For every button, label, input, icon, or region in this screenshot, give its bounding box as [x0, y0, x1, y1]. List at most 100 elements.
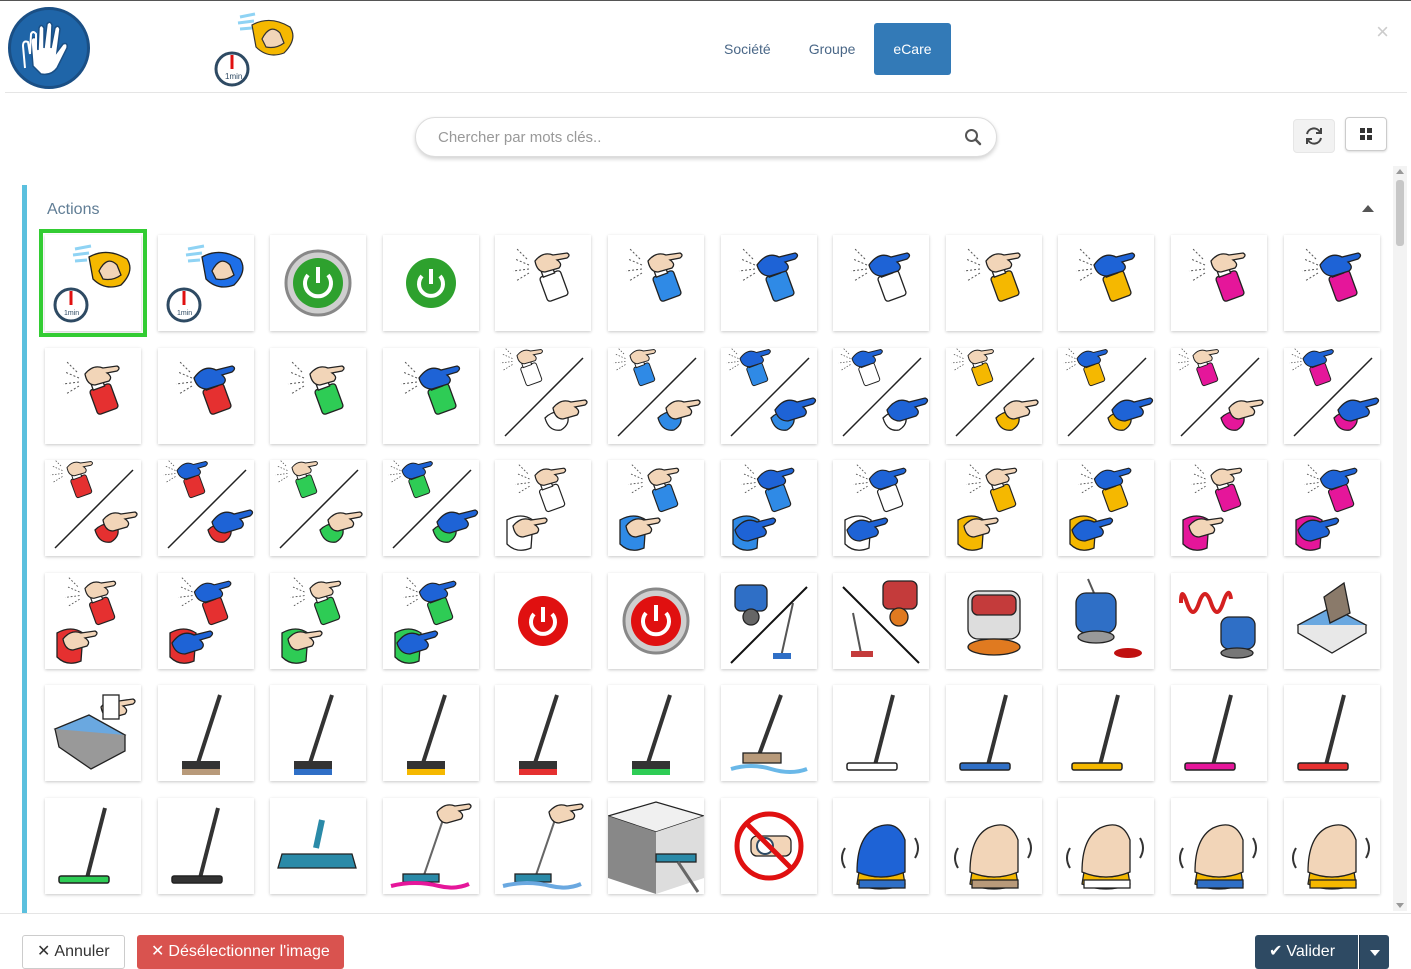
search-icon[interactable] — [964, 128, 982, 146]
spray-wipe-image-tile[interactable] — [158, 460, 254, 556]
squeegee-image-tile[interactable] — [833, 685, 929, 781]
hand-brush-image-tile[interactable] — [946, 798, 1042, 894]
chevron-up-icon[interactable] — [1362, 205, 1374, 212]
squeegee-image-tile[interactable] — [158, 798, 254, 894]
scrubber-pad-icon — [1075, 578, 1142, 658]
spray-wipe-image-tile[interactable] — [495, 348, 591, 444]
spray-image-tile[interactable] — [608, 235, 704, 331]
spray-cloth-image-tile[interactable] — [946, 460, 1042, 556]
spray-cloth-image-tile[interactable] — [270, 573, 366, 669]
squeegee-image-tile[interactable] — [45, 798, 141, 894]
broom-image-tile[interactable] — [495, 685, 591, 781]
tab-groupe[interactable]: Groupe — [790, 23, 875, 75]
tray-icon — [1296, 581, 1368, 654]
wipe-1min-image-tile[interactable]: 1min — [158, 235, 254, 331]
spray-wipe-image-tile[interactable] — [270, 460, 366, 556]
hand-brush-image-tile[interactable] — [1284, 798, 1380, 894]
broom-scrubber-image-tile[interactable] — [833, 573, 929, 669]
validate-dropdown-button[interactable] — [1359, 935, 1389, 969]
spray-image-tile[interactable] — [833, 235, 929, 331]
hand-brush-image-tile[interactable] — [1171, 798, 1267, 894]
image-picker-modal: 1min Société Groupe eCare × Chercher par… — [0, 0, 1411, 969]
search-input[interactable] — [438, 118, 948, 156]
spray-image-tile[interactable] — [45, 348, 141, 444]
spray-cloth-image-tile[interactable] — [158, 573, 254, 669]
tab-societe[interactable]: Société — [705, 23, 790, 75]
heat-scrubber-image-tile[interactable] — [1171, 573, 1267, 669]
spray-wipe-image-tile[interactable] — [383, 460, 479, 556]
squeegee-image-tile[interactable] — [1058, 685, 1154, 781]
tray-spray-image-tile[interactable] — [45, 685, 141, 781]
spray-image-tile[interactable] — [1171, 235, 1267, 331]
search-toolbar — [5, 93, 1407, 183]
no-watch-image-tile[interactable] — [721, 798, 817, 894]
scrollbar[interactable] — [1393, 166, 1407, 911]
mop-wet-image-tile[interactable] — [383, 798, 479, 894]
broom-image-tile[interactable] — [608, 685, 704, 781]
spray-cloth-image-tile[interactable] — [383, 573, 479, 669]
wipe-1min-image-tile[interactable]: 1min — [39, 229, 147, 337]
spray-wipe-image-tile[interactable] — [833, 348, 929, 444]
spray-image-tile[interactable] — [270, 348, 366, 444]
spray-cloth-image-tile[interactable] — [1058, 460, 1154, 556]
spray-image-tile[interactable] — [1284, 235, 1380, 331]
spray-cloth-image-tile[interactable] — [721, 460, 817, 556]
spray-wipe-icon — [951, 348, 1039, 437]
spray-image-tile[interactable] — [946, 235, 1042, 331]
spray-wipe-image-tile[interactable] — [1171, 348, 1267, 444]
power-image-tile[interactable] — [383, 235, 479, 331]
broom-image-tile[interactable] — [383, 685, 479, 781]
validate-button[interactable]: ✔ Valider — [1255, 935, 1358, 969]
broom-image-tile[interactable] — [158, 685, 254, 781]
scroll-down-arrow[interactable] — [1396, 903, 1404, 908]
scrubber-broom-image-tile[interactable] — [721, 573, 817, 669]
flat-mop-image-tile[interactable] — [270, 798, 366, 894]
spray-wipe-image-tile[interactable] — [946, 348, 1042, 444]
spray-image-tile[interactable] — [495, 235, 591, 331]
spray-wipe-image-tile[interactable] — [721, 348, 817, 444]
scroll-up-arrow[interactable] — [1396, 169, 1404, 174]
spray-image-tile[interactable] — [721, 235, 817, 331]
refresh-button[interactable] — [1293, 119, 1335, 153]
grid-view-button[interactable] — [1345, 117, 1387, 151]
cancel-button[interactable]: ✕ Annuler — [22, 935, 125, 969]
power-metal-image-tile[interactable] — [270, 235, 366, 331]
spray-wipe-image-tile[interactable] — [1058, 348, 1154, 444]
scrubber-image-tile[interactable] — [946, 573, 1042, 669]
tab-ecare[interactable]: eCare — [874, 23, 951, 75]
spray-wipe-image-tile[interactable] — [608, 348, 704, 444]
spray-cloth-image-tile[interactable] — [1284, 460, 1380, 556]
spray-cloth-image-tile[interactable] — [608, 460, 704, 556]
broom-icon — [519, 694, 559, 775]
broom-water-image-tile[interactable] — [721, 685, 817, 781]
spray-image-tile[interactable] — [1058, 235, 1154, 331]
hand-brush-image-tile[interactable] — [1058, 798, 1154, 894]
tray-image-tile[interactable] — [1284, 573, 1380, 669]
spray-icon — [1188, 248, 1246, 302]
squeegee-image-tile[interactable] — [1284, 685, 1380, 781]
spray-wipe-icon — [500, 348, 588, 437]
spray-icon — [62, 361, 120, 415]
mop-wet-image-tile[interactable] — [495, 798, 591, 894]
deselect-image-button[interactable]: ✕ Désélectionner l'image — [137, 935, 344, 969]
hand-brush-image-tile[interactable] — [833, 798, 929, 894]
squeegee-image-tile[interactable] — [1171, 685, 1267, 781]
spray-cloth-image-tile[interactable] — [45, 573, 141, 669]
spray-image-tile[interactable] — [383, 348, 479, 444]
ceiling-mop-image-tile[interactable] — [608, 798, 704, 894]
squeegee-image-tile[interactable] — [946, 685, 1042, 781]
power-image-tile[interactable] — [495, 573, 591, 669]
close-icon[interactable]: × — [1376, 21, 1389, 43]
spray-wipe-icon — [388, 460, 479, 549]
section-title: Actions — [47, 201, 100, 218]
broom-image-tile[interactable] — [270, 685, 366, 781]
spray-wipe-image-tile[interactable] — [1284, 348, 1380, 444]
spray-wipe-image-tile[interactable] — [45, 460, 141, 556]
scrubber-pad-image-tile[interactable] — [1058, 573, 1154, 669]
spray-cloth-image-tile[interactable] — [1171, 460, 1267, 556]
spray-cloth-image-tile[interactable] — [495, 460, 591, 556]
spray-image-tile[interactable] — [158, 348, 254, 444]
scroll-thumb[interactable] — [1396, 180, 1404, 246]
power-metal-image-tile[interactable] — [608, 573, 704, 669]
spray-cloth-image-tile[interactable] — [833, 460, 929, 556]
